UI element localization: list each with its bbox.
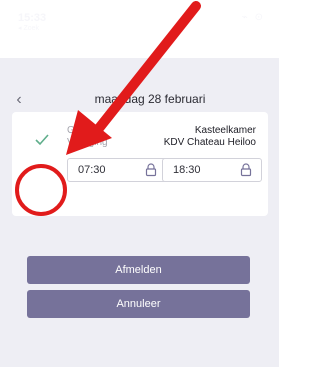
cancel-button[interactable]: Annuleer	[27, 290, 250, 318]
card-labels: Groep Vestiging	[67, 125, 108, 149]
attendance-card: Groep Vestiging Kasteelkamer KDV Chateau…	[12, 112, 268, 216]
back-chevron-icon[interactable]: ‹	[10, 91, 28, 109]
start-time-value: 07:30	[78, 164, 106, 176]
nav-bar: ‹ maandag 28 februari	[0, 88, 279, 112]
unsubscribe-button[interactable]: Afmelden	[27, 256, 250, 284]
status-icons: ⌁ ⊙	[241, 12, 265, 23]
group-value: Kasteelkamer	[194, 125, 256, 136]
location-value: KDV Chateau Heiloo	[163, 137, 256, 148]
start-time-field[interactable]: 07:30	[67, 158, 167, 182]
page-title: maandag 28 februari	[94, 92, 206, 106]
status-time: 15:33	[18, 12, 47, 24]
end-time-value: 18:30	[173, 164, 201, 176]
location-label: Vestiging	[67, 137, 108, 148]
group-label: Groep	[67, 125, 95, 136]
status-bar: 15:33 ◂ Zoek ⌁ ⊙	[0, 0, 279, 32]
end-time-field[interactable]: 18:30	[162, 158, 262, 182]
checkmark-icon	[35, 134, 49, 146]
status-back-link[interactable]: ◂ Zoek	[18, 24, 39, 32]
lock-icon	[240, 163, 252, 177]
lock-icon	[145, 163, 157, 177]
card-values: Kasteelkamer KDV Chateau Heiloo	[164, 125, 256, 149]
